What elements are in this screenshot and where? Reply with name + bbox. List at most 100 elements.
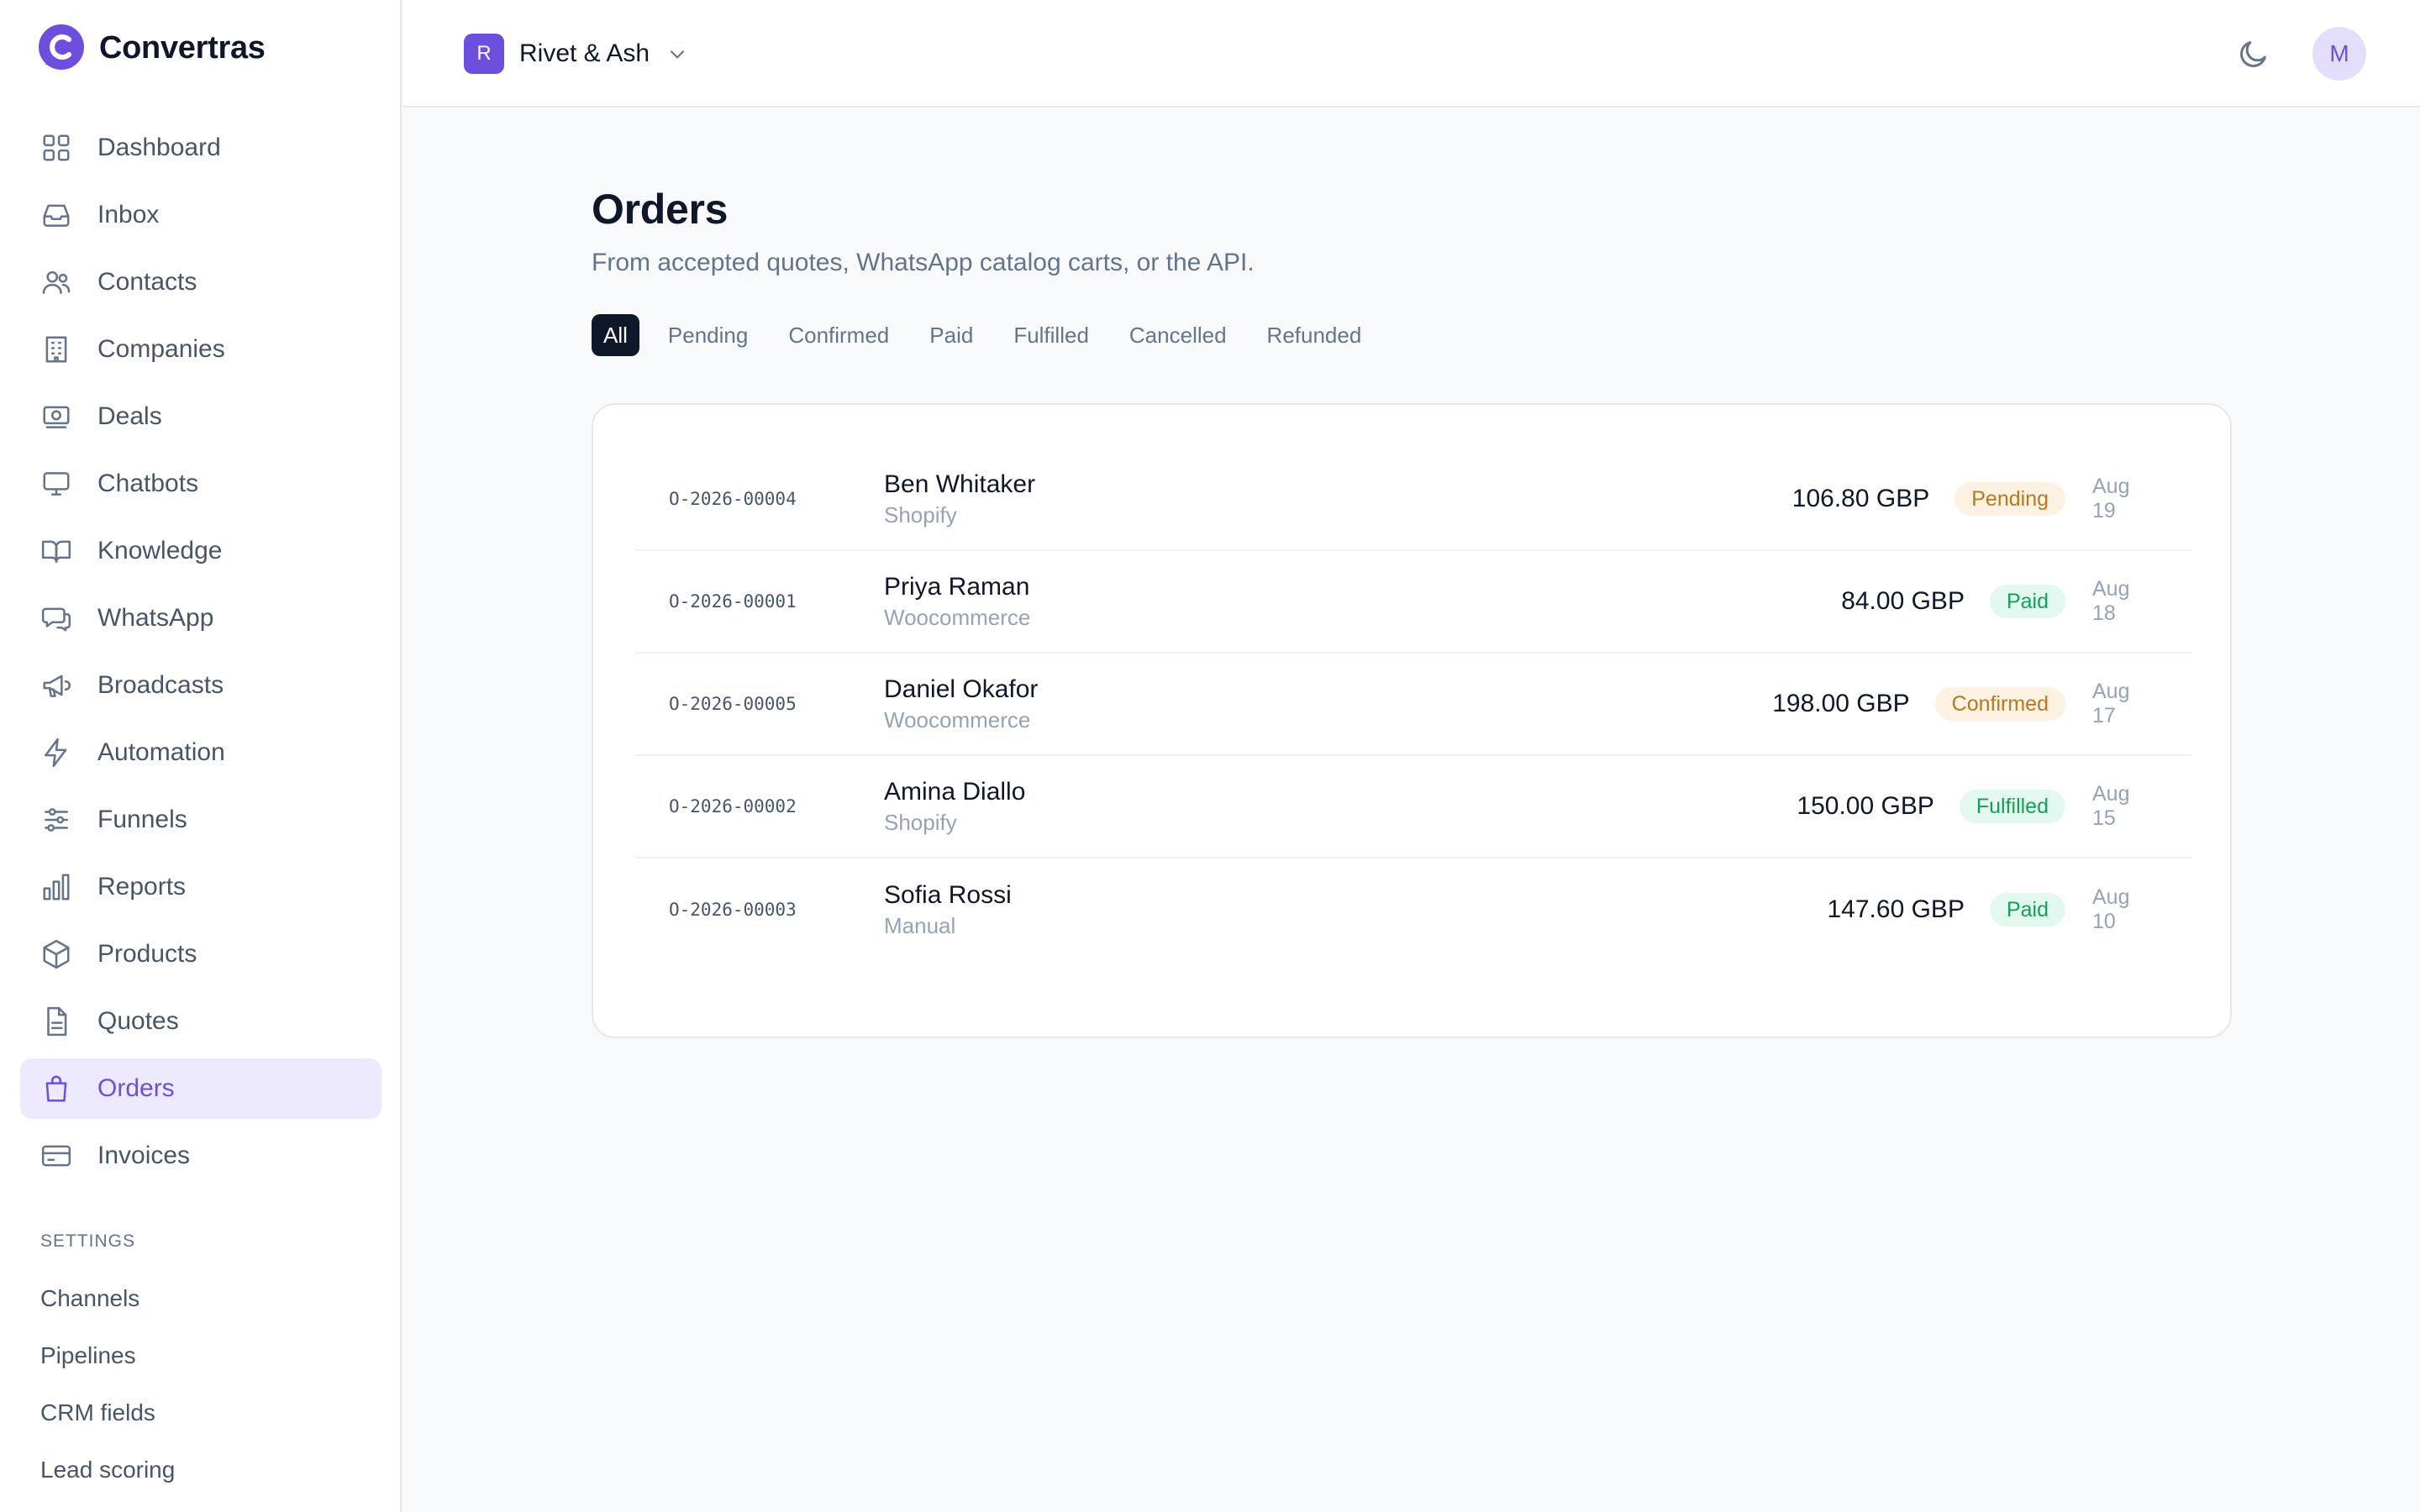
sidebar-item-reports[interactable]: Reports xyxy=(20,857,381,917)
sidebar-item-contacts[interactable]: Contacts xyxy=(20,252,381,312)
sidebar-item-label: Funnels xyxy=(97,806,187,833)
order-summary: 147.60 GBP Paid Aug 10 xyxy=(1828,885,2159,934)
status-badge: Confirmed xyxy=(1934,687,2065,721)
settings-nav: Channels Pipelines CRM fields Lead scori… xyxy=(40,1270,175,1499)
order-id: O-2026-00002 xyxy=(669,796,797,816)
sidebar-item-label: Products xyxy=(97,940,197,968)
credit-card-icon xyxy=(41,1145,71,1167)
settings-item-pipelines[interactable]: Pipelines xyxy=(40,1327,175,1384)
monitor-icon xyxy=(43,472,70,496)
order-date: Aug 10 xyxy=(2092,885,2130,933)
settings-item-crm-fields[interactable]: CRM fields xyxy=(40,1384,175,1441)
customer-name: Ben Whitaker xyxy=(884,470,1036,498)
order-summary: 198.00 GBP Confirmed Aug 17 xyxy=(1772,680,2158,728)
order-date: Aug 15 xyxy=(2092,782,2130,830)
brand[interactable]: Convertras xyxy=(37,24,266,72)
workspace-switcher[interactable]: R Rivet & Ash xyxy=(464,34,688,74)
sidebar-item-label: WhatsApp xyxy=(97,604,214,632)
orders-card: O-2026-00004 Ben Whitaker Shopify 106.80… xyxy=(592,403,2232,1038)
sidebar-item-label: Quotes xyxy=(97,1007,179,1035)
sidebar-item-label: Broadcasts xyxy=(97,671,224,699)
money-icon xyxy=(43,406,70,428)
sidebar-item-deals[interactable]: Deals xyxy=(20,386,381,447)
convertras-logo-icon xyxy=(39,24,84,70)
order-date: Aug 18 xyxy=(2092,577,2130,625)
sidebar-item-broadcasts[interactable]: Broadcasts xyxy=(20,655,381,716)
sidebar-item-label: Automation xyxy=(97,738,225,766)
sidebar-item-label: Reports xyxy=(97,873,187,900)
main-content: Orders From accepted quotes, WhatsApp ca… xyxy=(592,185,2232,1038)
sliders-icon xyxy=(45,808,68,832)
book-icon xyxy=(41,540,71,563)
sidebar-item-invoices[interactable]: Invoices xyxy=(20,1126,381,1186)
order-row[interactable]: O-2026-00004 Ben Whitaker Shopify 106.80… xyxy=(635,449,2191,551)
orders-list: O-2026-00004 Ben Whitaker Shopify 106.80… xyxy=(635,449,2191,961)
sidebar-item-dashboard[interactable]: Dashboard xyxy=(20,118,381,178)
order-source: Shopify xyxy=(884,501,957,528)
order-row[interactable]: O-2026-00005 Daniel Okafor Woocommerce 1… xyxy=(635,654,2191,756)
sidebar-item-quotes[interactable]: Quotes xyxy=(20,991,381,1052)
sidebar-item-label: Deals xyxy=(97,402,162,430)
sidebar-item-whatsapp[interactable]: WhatsApp xyxy=(20,588,381,648)
sidebar-item-label: Invoices xyxy=(97,1142,191,1169)
order-source: Shopify xyxy=(884,809,957,835)
order-id: O-2026-00003 xyxy=(669,900,797,920)
tab-cancelled[interactable]: Cancelled xyxy=(1118,314,1239,356)
order-source: Woocommerce xyxy=(884,706,1031,732)
building-icon xyxy=(45,336,67,363)
grid-icon xyxy=(43,134,70,161)
sidebar-item-chatbots[interactable]: Chatbots xyxy=(20,454,381,514)
order-id: O-2026-00004 xyxy=(669,489,797,509)
sidebar-nav: Dashboard Inbox Contacts Companies Deals… xyxy=(20,118,381,1193)
tab-paid[interactable]: Paid xyxy=(918,314,985,356)
box-icon xyxy=(43,939,70,969)
tab-all[interactable]: All xyxy=(592,314,639,356)
sidebar-item-products[interactable]: Products xyxy=(20,924,381,984)
sidebar-item-inbox[interactable]: Inbox xyxy=(20,185,381,245)
order-row[interactable]: O-2026-00002 Amina Diallo Shopify 150.00… xyxy=(635,756,2191,858)
order-date: Aug 19 xyxy=(2092,475,2130,522)
settings-item-channels[interactable]: Channels xyxy=(40,1270,175,1327)
sidebar-item-knowledge[interactable]: Knowledge xyxy=(20,521,381,581)
topbar: R Rivet & Ash M xyxy=(403,0,2420,108)
customer: Priya Raman Woocommerce xyxy=(884,573,1030,631)
page-title: Orders xyxy=(592,186,729,233)
sidebar-item-companies[interactable]: Companies xyxy=(20,319,381,380)
settings-section-title: SETTINGS xyxy=(40,1231,136,1251)
inbox-icon xyxy=(43,204,70,227)
order-amount: 198.00 GBP xyxy=(1772,690,1910,717)
tab-confirmed[interactable]: Confirmed xyxy=(776,314,901,356)
sidebar-item-label: Orders xyxy=(97,1074,175,1102)
sidebar-item-automation[interactable]: Automation xyxy=(20,722,381,783)
order-summary: 106.80 GBP Pending Aug 19 xyxy=(1792,475,2158,523)
sidebar-item-label: Companies xyxy=(97,335,225,363)
status-filter-tabs: All Pending Confirmed Paid Fulfilled Can… xyxy=(592,314,2232,356)
page-subtitle: From accepted quotes, WhatsApp catalog c… xyxy=(592,249,1255,276)
order-id: O-2026-00005 xyxy=(669,694,797,714)
order-row[interactable]: O-2026-00003 Sofia Rossi Manual 147.60 G… xyxy=(635,858,2191,961)
tab-fulfilled[interactable]: Fulfilled xyxy=(1002,314,1101,356)
order-summary: 84.00 GBP Paid Aug 18 xyxy=(1841,577,2158,626)
shopping-bag-icon xyxy=(45,1075,67,1102)
status-badge: Paid xyxy=(1989,585,2065,618)
sidebar-item-funnels[interactable]: Funnels xyxy=(20,790,381,850)
tab-refunded[interactable]: Refunded xyxy=(1255,314,1374,356)
theme-toggle-button[interactable] xyxy=(2237,37,2270,71)
customer-name: Amina Diallo xyxy=(884,777,1026,806)
megaphone-icon xyxy=(43,675,71,697)
order-id: O-2026-00001 xyxy=(669,591,797,612)
customer-name: Priya Raman xyxy=(884,572,1030,601)
lightning-icon xyxy=(45,738,67,768)
sidebar-item-label: Contacts xyxy=(97,268,197,296)
customer: Daniel Okafor Woocommerce xyxy=(884,675,1038,733)
settings-item-lead-scoring[interactable]: Lead scoring xyxy=(40,1441,175,1499)
order-row[interactable]: O-2026-00001 Priya Raman Woocommerce 84.… xyxy=(635,551,2191,654)
file-icon xyxy=(47,1006,67,1037)
chat-icon xyxy=(41,607,71,632)
sidebar-item-orders[interactable]: Orders xyxy=(20,1058,381,1119)
order-source: Woocommerce xyxy=(884,604,1031,630)
order-amount: 147.60 GBP xyxy=(1827,895,1965,923)
user-avatar[interactable]: M xyxy=(2312,27,2366,81)
tab-pending[interactable]: Pending xyxy=(656,314,760,356)
status-badge: Pending xyxy=(1954,482,2065,516)
